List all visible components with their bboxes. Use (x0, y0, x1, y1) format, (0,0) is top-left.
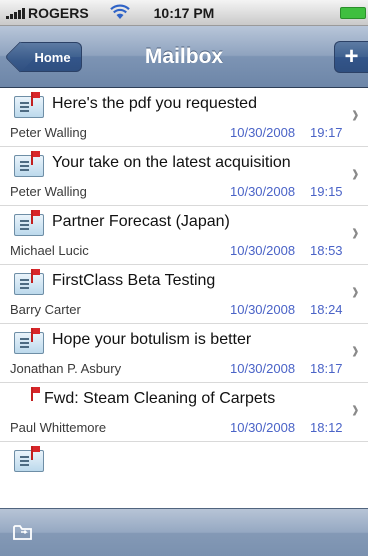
chevron-right-icon: › (352, 277, 359, 307)
message-row[interactable]: Partner Forecast (Japan) Michael Lucic 1… (0, 206, 368, 265)
message-time: 18:12 (310, 420, 343, 435)
chevron-right-icon: › (352, 395, 359, 425)
message-subject: FirstClass Beta Testing (52, 272, 216, 289)
envelope-icon (14, 214, 44, 236)
message-sender: Paul Whittemore (10, 420, 107, 435)
flag-icon (31, 446, 40, 460)
message-date: 10/30/2008 (230, 125, 296, 140)
message-row[interactable]: Your take on the latest acquisition Pete… (0, 147, 368, 206)
message-subject: Here's the pdf you requested (52, 95, 257, 112)
message-subject: Fwd: Steam Cleaning of Carpets (44, 390, 276, 407)
navigation-bar: Home Mailbox + (0, 26, 368, 88)
chevron-right-icon: › (352, 100, 359, 130)
envelope-icon (14, 450, 44, 472)
message-date: 10/30/2008 (230, 420, 296, 435)
chevron-right-icon: › (352, 159, 359, 189)
message-subject: Hope your botulism is better (52, 331, 252, 348)
message-row[interactable]: Here's the pdf you requested Peter Walli… (0, 88, 368, 147)
message-date: 10/30/2008 (230, 361, 296, 376)
message-time: 18:24 (310, 302, 343, 317)
flag-icon (31, 92, 40, 106)
folder-icon[interactable] (12, 522, 34, 542)
flag-icon (31, 387, 40, 401)
message-time: 18:53 (310, 243, 343, 258)
add-button[interactable]: + (334, 41, 368, 73)
message-time: 19:17 (310, 125, 343, 140)
message-row[interactable]: FirstClass Beta Testing Barry Carter 10/… (0, 265, 368, 324)
status-time: 10:17 PM (153, 5, 215, 21)
chevron-right-icon: › (352, 336, 359, 366)
status-bar: ROGERS 10:17 PM (0, 0, 368, 26)
message-date: 10/30/2008 (230, 302, 296, 317)
message-list: Here's the pdf you requested Peter Walli… (0, 88, 368, 508)
flag-icon (31, 210, 40, 224)
envelope-icon (14, 332, 44, 354)
envelope-icon (14, 96, 44, 118)
message-row-partial[interactable] (0, 442, 368, 472)
message-sender: Peter Walling (10, 125, 87, 140)
envelope-icon (14, 155, 44, 177)
battery-icon (340, 7, 366, 19)
message-subject: Partner Forecast (Japan) (52, 213, 230, 230)
message-sender: Michael Lucic (10, 243, 89, 258)
message-row[interactable]: Fwd: Steam Cleaning of Carpets Paul Whit… (0, 383, 368, 442)
flag-icon (31, 328, 40, 342)
chevron-right-icon: › (352, 218, 359, 248)
message-date: 10/30/2008 (230, 243, 296, 258)
envelope-icon (14, 273, 44, 295)
message-sender: Jonathan P. Asbury (10, 361, 122, 376)
message-subject: Your take on the latest acquisition (52, 154, 291, 171)
bottom-toolbar (0, 508, 368, 556)
message-row[interactable]: Hope your botulism is better Jonathan P.… (0, 324, 368, 383)
flag-icon (31, 269, 40, 283)
message-time: 18:17 (310, 361, 343, 376)
message-sender: Barry Carter (10, 302, 81, 317)
flag-icon (31, 151, 40, 165)
message-date: 10/30/2008 (230, 184, 296, 199)
message-time: 19:15 (310, 184, 343, 199)
message-sender: Peter Walling (10, 184, 87, 199)
home-back-label: Home (34, 50, 71, 65)
